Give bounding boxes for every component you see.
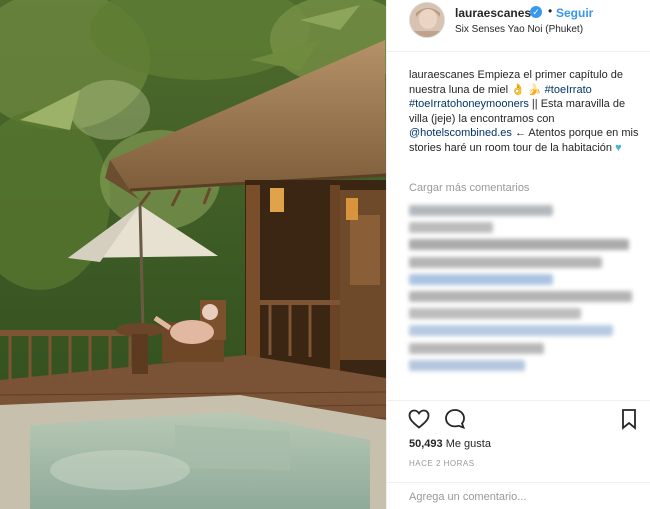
banana-emoji: 🍌 bbox=[527, 83, 542, 96]
blurred-comment bbox=[409, 273, 553, 285]
comment-composer[interactable]: Agrega un comentario... bbox=[387, 482, 650, 509]
bookmark-icon[interactable] bbox=[617, 407, 641, 431]
comment-input-placeholder[interactable]: Agrega un comentario... bbox=[409, 491, 526, 503]
blurred-comment bbox=[409, 239, 630, 251]
villa-photo-illustration bbox=[0, 0, 386, 509]
hashtag-link[interactable]: #toeIrratohoneymooners bbox=[409, 98, 529, 110]
post-timestamp: HACE 2 HORAS bbox=[409, 459, 475, 468]
post-actions-bar bbox=[387, 400, 650, 434]
blurred-comment bbox=[409, 290, 632, 302]
blurred-comment bbox=[409, 342, 544, 354]
likes-label: Me gusta bbox=[445, 438, 491, 450]
follow-button[interactable]: Seguir bbox=[556, 6, 593, 20]
heart-outline-icon[interactable] bbox=[407, 407, 431, 431]
ok-hand-emoji: 👌 bbox=[511, 83, 525, 96]
avatar-image bbox=[410, 3, 444, 37]
blurred-comment bbox=[409, 222, 493, 234]
blurred-comment bbox=[409, 205, 553, 216]
post-photo[interactable] bbox=[0, 0, 386, 509]
likes-count[interactable]: 50,493 Me gusta bbox=[409, 438, 491, 450]
verified-badge-icon: ✓ bbox=[530, 6, 542, 18]
post-caption: lauraescanes Empieza el primer capítulo … bbox=[409, 68, 641, 155]
post-sidebar: lauraescanes ✓ • Seguir Six Senses Yao N… bbox=[386, 0, 650, 509]
heart-emoji-icon: ♥ bbox=[615, 141, 622, 154]
avatar[interactable] bbox=[409, 2, 445, 38]
separator-dot: • bbox=[548, 4, 553, 18]
caption-author[interactable]: lauraescanes bbox=[409, 69, 474, 81]
load-more-comments-button[interactable]: Cargar más comentarios bbox=[409, 182, 529, 194]
likes-number: 50,493 bbox=[409, 438, 443, 450]
username[interactable]: lauraescanes bbox=[455, 6, 531, 20]
speech-bubble-icon[interactable] bbox=[443, 407, 467, 431]
blurred-comment bbox=[409, 359, 525, 371]
blurred-comment bbox=[409, 325, 614, 337]
blurred-comment bbox=[409, 256, 602, 268]
mention-link[interactable]: @hotelscombined.es bbox=[409, 127, 512, 139]
hashtag-link[interactable]: #toeIrrato bbox=[545, 84, 592, 96]
location-link[interactable]: Six Senses Yao Noi (Phuket) bbox=[455, 24, 583, 35]
blurred-comments-list bbox=[409, 205, 641, 377]
blurred-comment bbox=[409, 308, 581, 320]
post-header: lauraescanes ✓ • Seguir Six Senses Yao N… bbox=[387, 0, 650, 52]
